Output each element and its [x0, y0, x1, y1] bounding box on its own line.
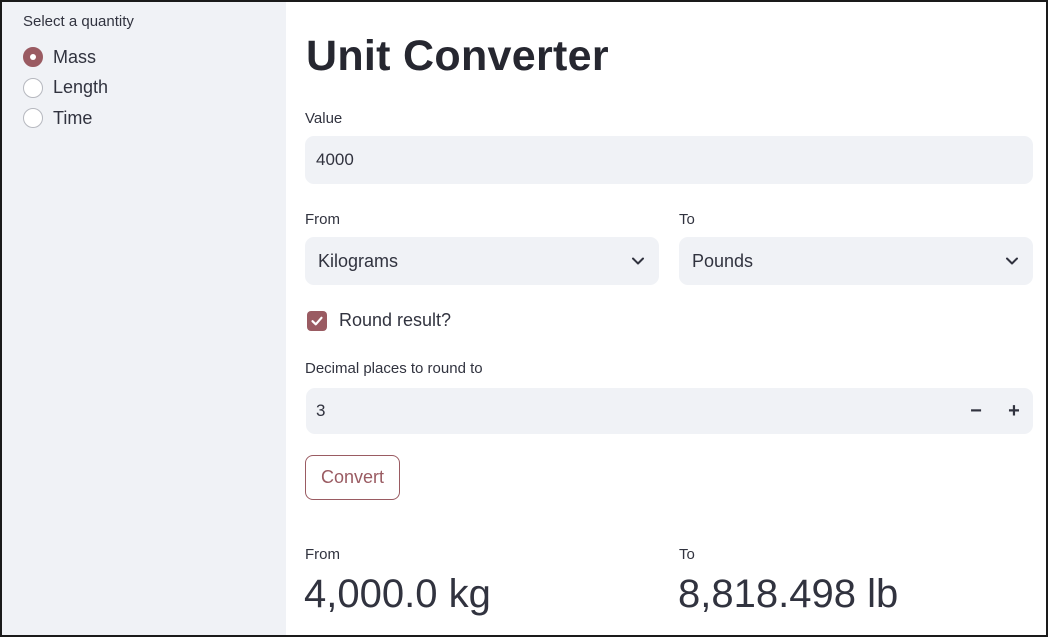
radio-option-time[interactable]: Time: [23, 103, 286, 134]
radio-label: Mass: [53, 46, 97, 67]
value-input[interactable]: [305, 136, 1033, 184]
decrement-button[interactable]: −: [957, 388, 995, 434]
radio-button-checked[interactable]: [23, 47, 43, 68]
result-from-value: 4,000.0 kg: [304, 572, 491, 616]
to-unit-select[interactable]: Pounds: [679, 237, 1033, 285]
to-label: To: [679, 211, 695, 228]
radio-label: Length: [53, 77, 109, 98]
result-to-value: 8,818.498 lb: [678, 572, 899, 616]
radio-option-mass[interactable]: Mass: [23, 42, 286, 73]
decimal-places-value[interactable]: 3: [306, 401, 957, 421]
result-from-label: From: [305, 546, 340, 563]
increment-button[interactable]: +: [995, 388, 1033, 434]
convert-button[interactable]: Convert: [305, 455, 400, 500]
sidebar: Select a quantity Mass Length Time: [2, 2, 286, 635]
chevron-down-icon: [632, 257, 644, 265]
value-label: Value: [305, 110, 343, 127]
checkbox-checked[interactable]: [307, 310, 327, 331]
decimal-places-stepper[interactable]: 3 − +: [306, 388, 1033, 434]
page-title: Unit Converter: [306, 32, 609, 80]
from-unit-value: Kilograms: [318, 250, 399, 271]
decimal-places-label: Decimal places to round to: [305, 360, 483, 377]
app-window: Select a quantity Mass Length Time Unit …: [0, 0, 1048, 637]
radio-label: Time: [53, 107, 93, 128]
from-label: From: [305, 211, 340, 228]
sidebar-title: Select a quantity: [23, 13, 134, 30]
check-icon: [311, 316, 323, 325]
round-result-checkbox[interactable]: Round result?: [307, 310, 451, 331]
main-content: Unit Converter Value From Kilograms To P…: [286, 2, 1046, 635]
radio-button[interactable]: [23, 77, 43, 98]
to-unit-value: Pounds: [692, 250, 754, 271]
checkbox-label: Round result?: [339, 310, 452, 330]
from-unit-select[interactable]: Kilograms: [305, 237, 659, 285]
radio-button[interactable]: [23, 108, 43, 129]
chevron-down-icon: [1006, 257, 1018, 265]
radio-option-length[interactable]: Length: [23, 73, 286, 104]
result-to-label: To: [679, 546, 695, 563]
